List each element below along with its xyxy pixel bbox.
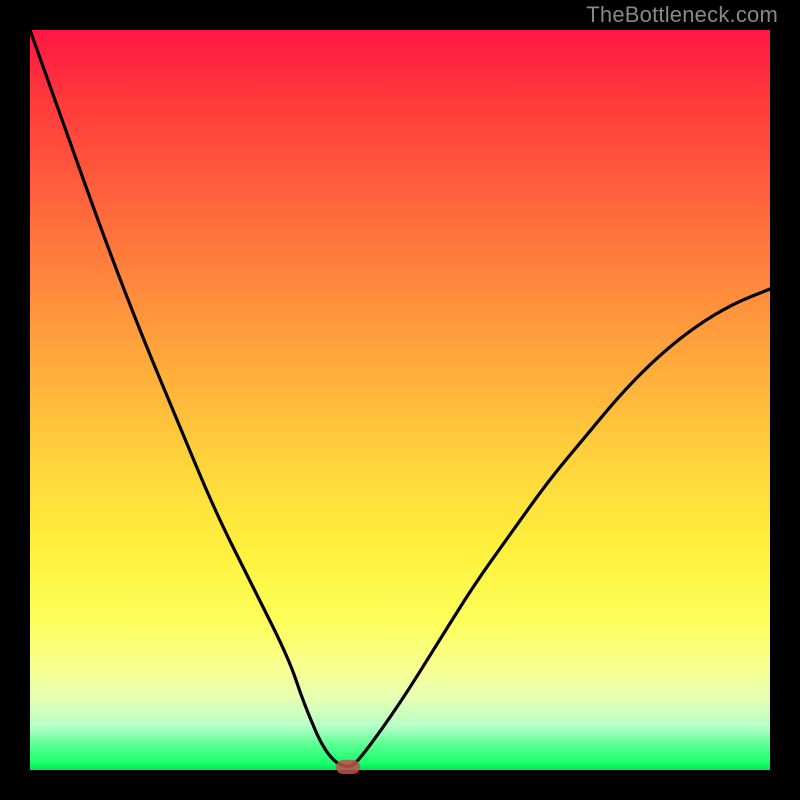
minimum-marker (336, 760, 360, 774)
bottleneck-curve (30, 30, 770, 770)
watermark-text: TheBottleneck.com (586, 2, 778, 28)
chart-frame: TheBottleneck.com (0, 0, 800, 800)
chart-plot-area (30, 30, 770, 770)
